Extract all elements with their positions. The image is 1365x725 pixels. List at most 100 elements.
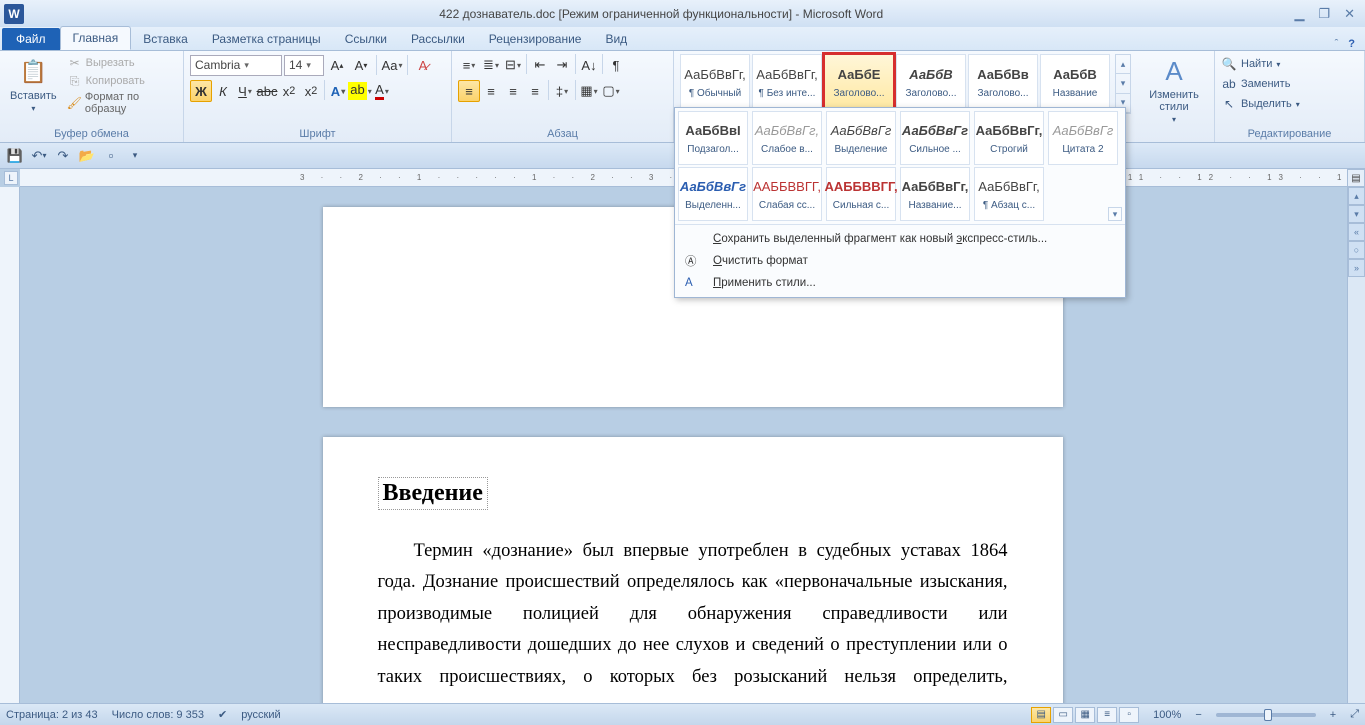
text-effects-button[interactable]: A▾ bbox=[327, 80, 349, 102]
scroll-up-icon[interactable]: ▴ bbox=[1348, 187, 1365, 205]
copy-button[interactable]: ⎘Копировать bbox=[67, 72, 177, 90]
qat-customize-button[interactable]: ▾ bbox=[126, 147, 144, 165]
print-layout-view[interactable]: ▤ bbox=[1031, 707, 1051, 723]
style-item[interactable]: АаБбВвІПодзагол... bbox=[678, 111, 748, 165]
outline-view[interactable]: ≡ bbox=[1097, 707, 1117, 723]
line-spacing-button[interactable]: ‡▾ bbox=[551, 80, 573, 102]
styles-gallery[interactable]: АаБбВвГг,¶ ОбычныйАаБбВвГг,¶ Без инте...… bbox=[680, 54, 1112, 114]
highlight-button[interactable]: ab▾ bbox=[349, 80, 371, 102]
style-item[interactable]: АаБбВвГгВыделенн... bbox=[678, 167, 748, 221]
decrease-indent-button[interactable]: ⇤ bbox=[529, 54, 551, 76]
italic-button[interactable]: К bbox=[212, 80, 234, 102]
borders-button[interactable]: ▢▾ bbox=[600, 80, 622, 102]
style-item[interactable]: АаБбВвГг,¶ Обычный bbox=[680, 54, 750, 110]
change-styles-button[interactable]: A Изменить стили ▾ bbox=[1140, 54, 1208, 114]
font-color-button[interactable]: A▾ bbox=[371, 80, 393, 102]
tab-mailings[interactable]: Рассылки bbox=[399, 28, 477, 50]
minimize-icon[interactable]: ▁ bbox=[1294, 6, 1304, 22]
align-right-button[interactable]: ≡ bbox=[502, 80, 524, 102]
tab-layout[interactable]: Разметка страницы bbox=[200, 28, 333, 50]
grow-font-button[interactable]: A▴ bbox=[326, 54, 348, 76]
clear-formatting-button[interactable]: A̷ bbox=[412, 54, 434, 76]
strikethrough-button[interactable]: abc bbox=[256, 80, 278, 102]
tab-review[interactable]: Рецензирование bbox=[477, 28, 594, 50]
help-icon[interactable]: ? bbox=[1348, 38, 1355, 50]
doc-paragraph-1[interactable]: Термин «дознание» был впервые употреблен… bbox=[378, 536, 1008, 703]
styles-down-icon[interactable]: ▾ bbox=[1116, 74, 1130, 93]
prev-page-icon[interactable]: « bbox=[1348, 223, 1365, 241]
zoom-fit-button[interactable]: ⤢ bbox=[1350, 708, 1359, 721]
apply-styles-menuitem[interactable]: AПрименить стили... bbox=[675, 273, 1125, 293]
multilevel-button[interactable]: ⊟▾ bbox=[502, 54, 524, 76]
zoom-slider[interactable] bbox=[1216, 713, 1316, 717]
justify-button[interactable]: ≡ bbox=[524, 80, 546, 102]
styles-scroll[interactable]: ▴ ▾ ▾ bbox=[1115, 54, 1131, 114]
show-marks-button[interactable]: ¶ bbox=[605, 54, 627, 76]
style-item[interactable]: ААББВВГГ,Слабая сс... bbox=[752, 167, 822, 221]
save-button[interactable]: 💾 bbox=[6, 147, 24, 165]
shading-button[interactable]: ▦▾ bbox=[578, 80, 600, 102]
doc-heading[interactable]: Введение bbox=[378, 477, 488, 510]
document-page[interactable]: Введение Термин «дознание» был впервые у… bbox=[323, 437, 1063, 703]
underline-button[interactable]: Ч▾ bbox=[234, 80, 256, 102]
style-item[interactable]: АаБбВвГг,¶ Без инте... bbox=[752, 54, 822, 110]
styles-up-icon[interactable]: ▴ bbox=[1116, 55, 1130, 74]
superscript-button[interactable]: x2 bbox=[300, 80, 322, 102]
style-item[interactable]: АаБбВвГг,Строгий bbox=[974, 111, 1044, 165]
scroll-down-icon[interactable]: ▾ bbox=[1348, 205, 1365, 223]
style-item[interactable]: АаБбВвГг,¶ Абзац с... bbox=[974, 167, 1044, 221]
font-name-combo[interactable]: Cambria▾ bbox=[190, 55, 282, 76]
format-painter-button[interactable]: 🖌Формат по образцу bbox=[67, 90, 177, 116]
style-item[interactable]: АаБбВвГгВыделение bbox=[826, 111, 896, 165]
tab-view[interactable]: Вид bbox=[593, 28, 639, 50]
find-button[interactable]: 🔍Найти ▾ bbox=[1221, 54, 1358, 74]
browse-object-icon[interactable]: ○ bbox=[1348, 241, 1365, 259]
minimize-ribbon-icon[interactable]: ˆ bbox=[1335, 38, 1339, 50]
undo-button[interactable]: ↶▾ bbox=[30, 147, 48, 165]
align-left-button[interactable]: ≡ bbox=[458, 80, 480, 102]
web-view[interactable]: ▦ bbox=[1075, 707, 1095, 723]
dd-scroll-down[interactable]: ▾ bbox=[1108, 207, 1122, 221]
cut-button[interactable]: ✂Вырезать bbox=[67, 54, 177, 72]
style-item[interactable]: АаБбВвГг,Слабое в... bbox=[752, 111, 822, 165]
style-item[interactable]: АаБбЕЗаголово... bbox=[824, 54, 894, 110]
zoom-in-button[interactable]: + bbox=[1330, 709, 1336, 721]
spell-icon[interactable]: ✔ bbox=[218, 708, 227, 721]
increase-indent-button[interactable]: ⇥ bbox=[551, 54, 573, 76]
tab-insert[interactable]: Вставка bbox=[131, 28, 200, 50]
align-center-button[interactable]: ≡ bbox=[480, 80, 502, 102]
bold-button[interactable]: Ж bbox=[190, 80, 212, 102]
nav-toggle[interactable]: ▤ bbox=[1347, 169, 1365, 187]
style-item[interactable]: ААББВВГГ,Сильная с... bbox=[826, 167, 896, 221]
zoom-level[interactable]: 100% bbox=[1153, 709, 1181, 721]
style-item[interactable]: АаБбВЗаголово... bbox=[896, 54, 966, 110]
bullets-button[interactable]: ≡▾ bbox=[458, 54, 480, 76]
style-item[interactable]: АаБбВвЗаголово... bbox=[968, 54, 1038, 110]
ruler-corner[interactable]: L bbox=[4, 171, 18, 185]
numbering-button[interactable]: ≣▾ bbox=[480, 54, 502, 76]
page-status[interactable]: Страница: 2 из 43 bbox=[6, 709, 98, 721]
sort-button[interactable]: A↓ bbox=[578, 54, 600, 76]
language-status[interactable]: русский bbox=[241, 709, 280, 721]
shrink-font-button[interactable]: A▾ bbox=[350, 54, 372, 76]
restore-icon[interactable]: ❐ bbox=[1318, 6, 1330, 22]
word-count[interactable]: Число слов: 9 353 bbox=[112, 709, 204, 721]
vertical-scrollbar[interactable]: ▴ ▾ « ○ » bbox=[1347, 187, 1365, 703]
tab-file[interactable]: Файл bbox=[2, 28, 60, 50]
tab-references[interactable]: Ссылки bbox=[333, 28, 399, 50]
select-button[interactable]: ↖Выделить ▾ bbox=[1221, 94, 1358, 114]
font-size-combo[interactable]: 14▾ bbox=[284, 55, 324, 76]
fullscreen-view[interactable]: ▭ bbox=[1053, 707, 1073, 723]
next-page-icon[interactable]: » bbox=[1348, 259, 1365, 277]
subscript-button[interactable]: x2 bbox=[278, 80, 300, 102]
qat-open-button[interactable]: 📂 bbox=[78, 147, 96, 165]
redo-button[interactable]: ↷ bbox=[54, 147, 72, 165]
replace-button[interactable]: abЗаменить bbox=[1221, 74, 1358, 94]
style-item[interactable]: АаБбВНазвание bbox=[1040, 54, 1110, 110]
paste-button[interactable]: 📋 Вставить ▾ bbox=[6, 54, 61, 116]
zoom-out-button[interactable]: − bbox=[1195, 709, 1201, 721]
save-style-menuitem[interactable]: Сохранить выделенный фрагмент как новый … bbox=[675, 229, 1125, 249]
clear-format-menuitem[interactable]: ⒶОчистить формат bbox=[675, 249, 1125, 273]
close-icon[interactable]: ✕ bbox=[1344, 6, 1355, 22]
change-case-button[interactable]: Aa▾ bbox=[381, 54, 403, 76]
